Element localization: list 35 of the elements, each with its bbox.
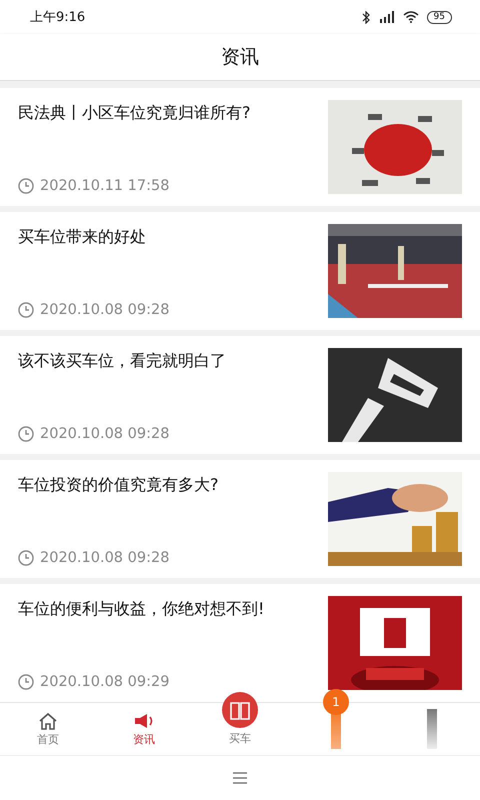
smudge-icon — [427, 709, 437, 749]
count-badge: 1 — [323, 689, 349, 715]
article-card[interactable]: 该不该买车位，看完就明白了 2020.10.08 09:28 — [0, 336, 480, 454]
article-date: 2020.10.08 09:28 — [40, 302, 170, 318]
page-title: 资讯 — [221, 45, 259, 70]
tab-label: 买车 — [229, 730, 251, 746]
clock-icon — [18, 426, 34, 442]
clock-icon — [18, 302, 34, 318]
clock-icon — [18, 178, 34, 194]
article-date: 2020.10.08 09:28 — [40, 426, 170, 442]
article-date: 2020.10.08 09:28 — [40, 550, 170, 566]
wifi-icon — [402, 11, 419, 23]
article-date: 2020.10.08 09:29 — [40, 674, 170, 690]
article-title: 民法典丨小区车位究竟归谁所有? — [18, 102, 252, 124]
article-card[interactable]: 车位投资的价值究竟有多大? 2020.10.08 09:28 — [0, 460, 480, 578]
article-title: 车位投资的价值究竟有多大? — [18, 474, 220, 496]
article-card[interactable]: 民法典丨小区车位究竟归谁所有? 2020.10.11 17:58 — [0, 88, 480, 206]
article-title: 买车位带来的好处 — [18, 226, 147, 248]
tab-item[interactable]: 首页 — [0, 703, 96, 755]
article-card[interactable]: 买车位带来的好处 2020.10.08 09:28 — [0, 212, 480, 330]
menu-icon[interactable] — [232, 772, 248, 784]
article-title: 车位的便利与收益，你绝对想不到! — [18, 598, 266, 620]
home-icon — [38, 712, 58, 730]
tab-item[interactable]: 资讯 — [96, 703, 192, 755]
tab-label: 资讯 — [133, 732, 155, 746]
bluetooth-icon — [362, 10, 371, 24]
status-time: 上午9:16 — [30, 9, 86, 26]
megaphone-icon — [133, 712, 155, 730]
clock-icon — [18, 674, 34, 690]
battery-indicator: 95 — [426, 10, 452, 24]
signal-icon — [378, 11, 395, 23]
article-title: 该不该买车位，看完就明白了 — [18, 350, 227, 372]
tab-label: 首页 — [37, 732, 59, 746]
clock-icon — [18, 550, 34, 566]
article-date: 2020.10.11 17:58 — [40, 178, 170, 194]
